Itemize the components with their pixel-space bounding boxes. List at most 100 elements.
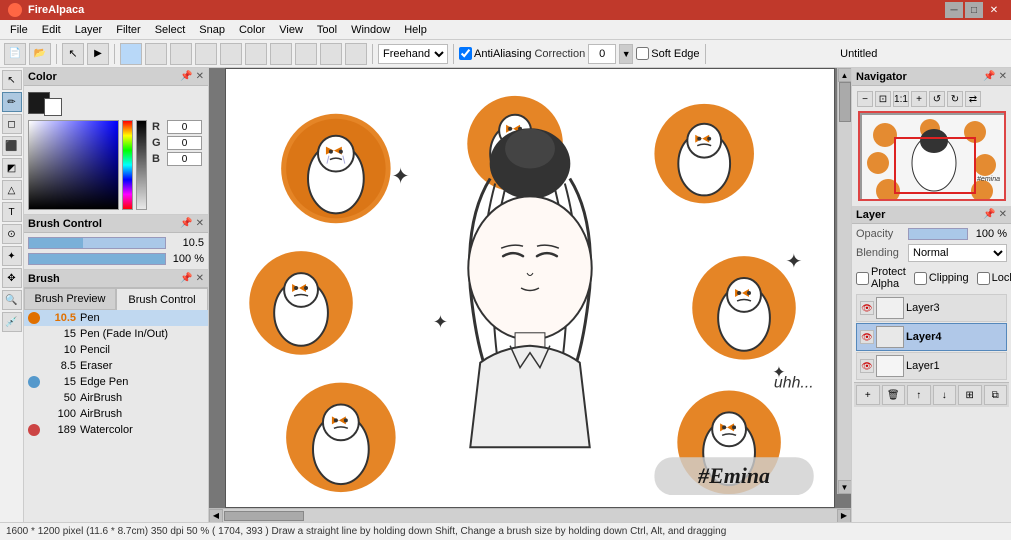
- layer-close-btn[interactable]: ✕: [999, 209, 1007, 220]
- brush-item-edge-pen[interactable]: 15 Edge Pen: [24, 374, 208, 390]
- brush-item-airbrush-100[interactable]: 100 AirBrush: [24, 406, 208, 422]
- layer1-visibility[interactable]: 👁: [860, 359, 874, 373]
- brush-pin-btn[interactable]: 📌: [180, 273, 192, 284]
- color-r-input[interactable]: [167, 120, 202, 134]
- tool-magic[interactable]: ✦: [2, 246, 22, 266]
- vertical-scrollbar[interactable]: ▲ ▼: [837, 68, 851, 494]
- canvas[interactable]: ✦ ✦ ✦ ✦: [225, 68, 835, 508]
- scrollbar-up-btn[interactable]: ▲: [838, 68, 852, 82]
- clipping-checkbox[interactable]: [914, 272, 927, 285]
- anti-aliasing-checkbox[interactable]: [459, 47, 472, 60]
- clipping-label[interactable]: Clipping: [914, 272, 969, 285]
- brush-item-airbrush-50[interactable]: 50 AirBrush: [24, 390, 208, 406]
- layer-duplicate-btn[interactable]: ⧉: [984, 385, 1008, 405]
- protect-alpha-label[interactable]: Protect Alpha: [856, 266, 906, 290]
- layer-up-btn[interactable]: ↑: [907, 385, 931, 405]
- flip-btn[interactable]: ⇄: [965, 91, 981, 107]
- toolbar-brush-mode6[interactable]: [245, 43, 267, 65]
- tool-select[interactable]: ↖: [2, 70, 22, 90]
- toolbar-brush-mode1[interactable]: [120, 43, 142, 65]
- toolbar-brush-mode5[interactable]: [220, 43, 242, 65]
- zoom-in-btn[interactable]: +: [911, 91, 927, 107]
- brush-item-pen[interactable]: 10.5 Pen: [24, 310, 208, 326]
- tool-shape[interactable]: △: [2, 180, 22, 200]
- toolbar-brush-mode2[interactable]: [145, 43, 167, 65]
- brush-control-pin-btn[interactable]: 📌: [180, 218, 192, 229]
- correction-input[interactable]: [588, 44, 616, 64]
- toolbar-brush-mode3[interactable]: [170, 43, 192, 65]
- toolbar-freehand-select[interactable]: Freehand: [378, 44, 448, 64]
- color-close-btn[interactable]: ✕: [196, 71, 204, 82]
- zoom-out-btn[interactable]: −: [857, 91, 873, 107]
- menu-window[interactable]: Window: [345, 22, 396, 38]
- menu-select[interactable]: Select: [149, 22, 192, 38]
- brush-opacity-slider[interactable]: [28, 253, 166, 265]
- tool-zoom[interactable]: 🔍: [2, 290, 22, 310]
- layer-merge-btn[interactable]: ⊞: [958, 385, 982, 405]
- tool-eraser[interactable]: ◻: [2, 114, 22, 134]
- brush-list-container[interactable]: 10.5 Pen 15 Pen (Fade In/Out) 10 Pencil: [24, 310, 208, 522]
- h-scroll-thumb[interactable]: [224, 511, 304, 521]
- tool-move[interactable]: ✥: [2, 268, 22, 288]
- layer-item-layer3[interactable]: 👁 Layer3: [856, 294, 1007, 322]
- color-g-input[interactable]: [167, 136, 202, 150]
- color-gradient[interactable]: [28, 120, 119, 210]
- rotate-right-btn[interactable]: ↻: [947, 91, 963, 107]
- layer-down-btn[interactable]: ↓: [933, 385, 957, 405]
- brush-item-watercolor[interactable]: 189 Watercolor: [24, 422, 208, 438]
- tool-text[interactable]: T: [2, 202, 22, 222]
- tool-gradient[interactable]: ◩: [2, 158, 22, 178]
- toolbar-cursor[interactable]: ↖: [62, 43, 84, 65]
- tool-fill[interactable]: ⬛: [2, 136, 22, 156]
- toolbar-brush-mode9[interactable]: [320, 43, 342, 65]
- lock-label[interactable]: Lock: [977, 272, 1011, 285]
- tool-brush[interactable]: ✏: [2, 92, 22, 112]
- correction-arrow[interactable]: ▼: [619, 44, 633, 64]
- zoom-fit-btn[interactable]: ⊡: [875, 91, 891, 107]
- navigator-pin-btn[interactable]: 📌: [983, 71, 995, 82]
- toolbar-brush-mode10[interactable]: [345, 43, 367, 65]
- protect-alpha-checkbox[interactable]: [856, 272, 869, 285]
- toolbar-brush-mode8[interactable]: [295, 43, 317, 65]
- layer4-visibility[interactable]: 👁: [860, 330, 874, 344]
- tab-brush-control[interactable]: Brush Control: [116, 288, 208, 310]
- layer-pin-btn[interactable]: 📌: [983, 209, 995, 220]
- close-button[interactable]: ✕: [985, 2, 1003, 18]
- opacity-slider[interactable]: [908, 228, 968, 240]
- layer3-visibility[interactable]: 👁: [860, 301, 874, 315]
- menu-view[interactable]: View: [273, 22, 309, 38]
- toolbar-brush-mode7[interactable]: [270, 43, 292, 65]
- brush-item-pencil[interactable]: 10 Pencil: [24, 342, 208, 358]
- menu-tool[interactable]: Tool: [311, 22, 343, 38]
- layer-item-layer1[interactable]: 👁 Layer1: [856, 352, 1007, 380]
- menu-edit[interactable]: Edit: [36, 22, 67, 38]
- tool-lasso[interactable]: ⊙: [2, 224, 22, 244]
- color-pin-btn[interactable]: 📌: [180, 71, 192, 82]
- menu-snap[interactable]: Snap: [193, 22, 231, 38]
- soft-edge-checkbox[interactable]: [636, 47, 649, 60]
- toolbar-play[interactable]: ▶: [87, 43, 109, 65]
- color-b-input[interactable]: [167, 152, 202, 166]
- blending-select[interactable]: Normal Multiply Screen: [908, 244, 1007, 262]
- toolbar-open[interactable]: 📂: [29, 43, 51, 65]
- brush-item-pen-fade[interactable]: 15 Pen (Fade In/Out): [24, 326, 208, 342]
- toolbar-brush-mode4[interactable]: [195, 43, 217, 65]
- navigator-preview[interactable]: #emina: [858, 111, 1006, 201]
- layer-add-btn[interactable]: +: [856, 385, 880, 405]
- layer-delete-btn[interactable]: 🗑: [882, 385, 906, 405]
- brush-item-eraser[interactable]: 8.5 Eraser: [24, 358, 208, 374]
- scrollbar-right-btn[interactable]: ▶: [837, 509, 851, 523]
- navigator-close-btn[interactable]: ✕: [999, 71, 1007, 82]
- horizontal-scrollbar[interactable]: ◀ ▶: [209, 508, 851, 522]
- menu-layer[interactable]: Layer: [69, 22, 109, 38]
- maximize-button[interactable]: □: [965, 2, 983, 18]
- tab-brush-preview[interactable]: Brush Preview: [24, 288, 116, 310]
- rotate-left-btn[interactable]: ↺: [929, 91, 945, 107]
- minimize-button[interactable]: ─: [945, 2, 963, 18]
- toolbar-new[interactable]: 📄: [4, 43, 26, 65]
- menu-help[interactable]: Help: [398, 22, 433, 38]
- brush-size-slider[interactable]: [28, 237, 166, 249]
- scrollbar-left-btn[interactable]: ◀: [209, 509, 223, 523]
- canvas-scroll-area[interactable]: ✦ ✦ ✦ ✦: [209, 68, 851, 508]
- menu-file[interactable]: File: [4, 22, 34, 38]
